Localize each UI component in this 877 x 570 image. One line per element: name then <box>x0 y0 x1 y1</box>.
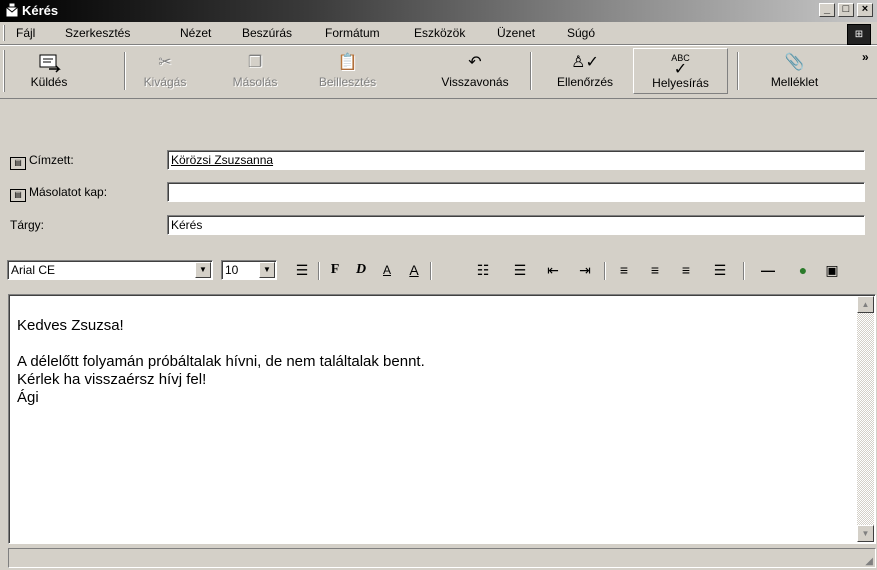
scroll-down-icon[interactable]: ▼ <box>857 525 874 542</box>
windows-logo-icon: ⊞ <box>847 24 871 45</box>
send-icon <box>39 54 61 73</box>
subject-field[interactable]: Kérés <box>167 215 865 235</box>
spelling-button[interactable]: ABC ✓ Helyesírás <box>633 48 728 94</box>
minimize-button[interactable]: _ <box>819 3 835 17</box>
align-left-icon[interactable]: ≡ <box>615 261 633 279</box>
address-book-icon: ▤ <box>10 189 26 202</box>
spelling-icon: ABC ✓ <box>671 53 690 78</box>
vertical-scrollbar[interactable]: ▲ ▼ <box>857 296 874 542</box>
decrease-indent-icon[interactable]: ⇤ <box>544 261 562 279</box>
undo-icon: ↶ <box>468 54 482 71</box>
toolbar-grip[interactable] <box>3 50 5 92</box>
font-value: Arial CE <box>11 263 56 277</box>
menu-view[interactable]: Nézet <box>180 26 211 40</box>
to-field[interactable]: Körözsi Zsuzsanna <box>167 150 865 170</box>
paperclip-icon: 📎 <box>784 54 805 71</box>
increase-indent-icon[interactable]: ⇥ <box>576 261 594 279</box>
font-size-select[interactable]: 10 ▼ <box>221 260 277 280</box>
format-separator <box>318 262 320 280</box>
cut-label: Kivágás <box>143 75 187 89</box>
undo-label: Visszavonás <box>441 75 509 89</box>
format-separator <box>430 262 432 280</box>
menu-grip[interactable] <box>3 25 5 41</box>
menu-file[interactable]: Fájl <box>16 26 35 40</box>
cut-icon: ✂ <box>158 54 172 71</box>
undo-button[interactable]: ↶ Visszavonás <box>430 48 520 94</box>
underline-icon[interactable]: A <box>378 261 396 279</box>
to-button[interactable]: ▤ Címzett: <box>10 153 74 170</box>
maximize-button[interactable]: □ <box>838 3 854 17</box>
align-center-icon[interactable]: ≡ <box>646 261 664 279</box>
toolbar-separator <box>530 52 532 90</box>
title-bar[interactable]: Kérés _ □ × <box>0 0 877 22</box>
paragraph-style-icon[interactable]: ☰ <box>292 261 312 279</box>
menu-message[interactable]: Üzenet <box>497 26 535 40</box>
chevron-down-icon[interactable]: ▼ <box>259 262 275 278</box>
hyperlink-globe-icon[interactable]: ● <box>793 261 813 279</box>
menu-insert[interactable]: Beszúrás <box>242 26 292 40</box>
copy-icon: ❐ <box>247 54 263 71</box>
menu-bar: Fájl Szerkesztés Nézet Beszúrás Formátum… <box>0 22 877 45</box>
resize-grip-icon[interactable]: ◢ <box>865 556 873 567</box>
cc-button[interactable]: ▤ Másolatot kap: <box>10 185 107 202</box>
justify-icon[interactable]: ☰ <box>711 261 729 279</box>
menu-format[interactable]: Formátum <box>325 26 380 40</box>
check-names-button[interactable]: ♙✓ Ellenőrzés <box>545 48 625 94</box>
font-color-icon[interactable]: A <box>404 261 424 279</box>
attach-label: Melléklet <box>770 75 819 89</box>
envelope-app-icon <box>5 3 19 18</box>
window-title: Kérés <box>22 3 59 18</box>
check-names-icon: ♙✓ <box>571 54 599 71</box>
italic-icon[interactable]: D <box>352 261 370 279</box>
paste-label: Beillesztés <box>318 75 377 89</box>
menu-tools[interactable]: Eszközök <box>414 26 465 40</box>
toolbar-separator <box>737 52 739 90</box>
font-select[interactable]: Arial CE ▼ <box>7 260 213 280</box>
close-button[interactable]: × <box>857 3 873 17</box>
message-body-text[interactable]: Kedves Zsuzsa! A délelőtt folyamán próbá… <box>17 317 425 407</box>
send-button[interactable]: Küldés <box>14 48 84 94</box>
recipient-name: Körözsi Zsuzsanna <box>171 153 274 167</box>
scroll-up-icon[interactable]: ▲ <box>857 296 874 313</box>
menu-edit[interactable]: Szerkesztés <box>65 26 130 40</box>
font-size-value: 10 <box>225 263 239 277</box>
paste-button[interactable]: 📋 Beillesztés <box>305 48 390 94</box>
copy-label: Másolás <box>232 75 278 89</box>
address-book-icon: ▤ <box>10 157 26 170</box>
bullet-list-icon[interactable]: ☰ <box>511 261 529 279</box>
format-separator <box>604 262 606 280</box>
cc-label: Másolatot kap: <box>29 185 108 199</box>
menu-help[interactable]: Súgó <box>567 26 595 40</box>
format-separator <box>743 262 745 280</box>
numbered-list-icon[interactable]: ☷ <box>474 261 492 279</box>
subject-label: Tárgy: <box>10 218 45 232</box>
spelling-label: Helyesírás <box>652 76 709 90</box>
send-label: Küldés <box>30 75 68 89</box>
status-bar: ◢ <box>8 548 876 568</box>
main-toolbar: Küldés ✂ Kivágás ❐ Másolás 📋 Beillesztés… <box>0 45 877 99</box>
bold-icon[interactable]: F <box>326 261 344 279</box>
to-label: Címzett: <box>29 153 74 167</box>
horizontal-line-icon[interactable]: — <box>757 261 779 279</box>
cut-button[interactable]: ✂ Kivágás <box>130 48 200 94</box>
copy-button[interactable]: ❐ Másolás <box>215 48 295 94</box>
align-right-icon[interactable]: ≡ <box>677 261 695 279</box>
toolbar-overflow-chevron-icon[interactable]: » <box>862 50 869 64</box>
chevron-down-icon[interactable]: ▼ <box>195 262 211 278</box>
toolbar-separator <box>124 52 126 90</box>
cc-field[interactable] <box>167 182 865 202</box>
insert-picture-icon[interactable]: ▣ <box>822 261 842 279</box>
paste-icon: 📋 <box>337 54 358 71</box>
check-names-label: Ellenőrzés <box>556 75 614 89</box>
attach-button[interactable]: 📎 Melléklet <box>752 48 837 94</box>
